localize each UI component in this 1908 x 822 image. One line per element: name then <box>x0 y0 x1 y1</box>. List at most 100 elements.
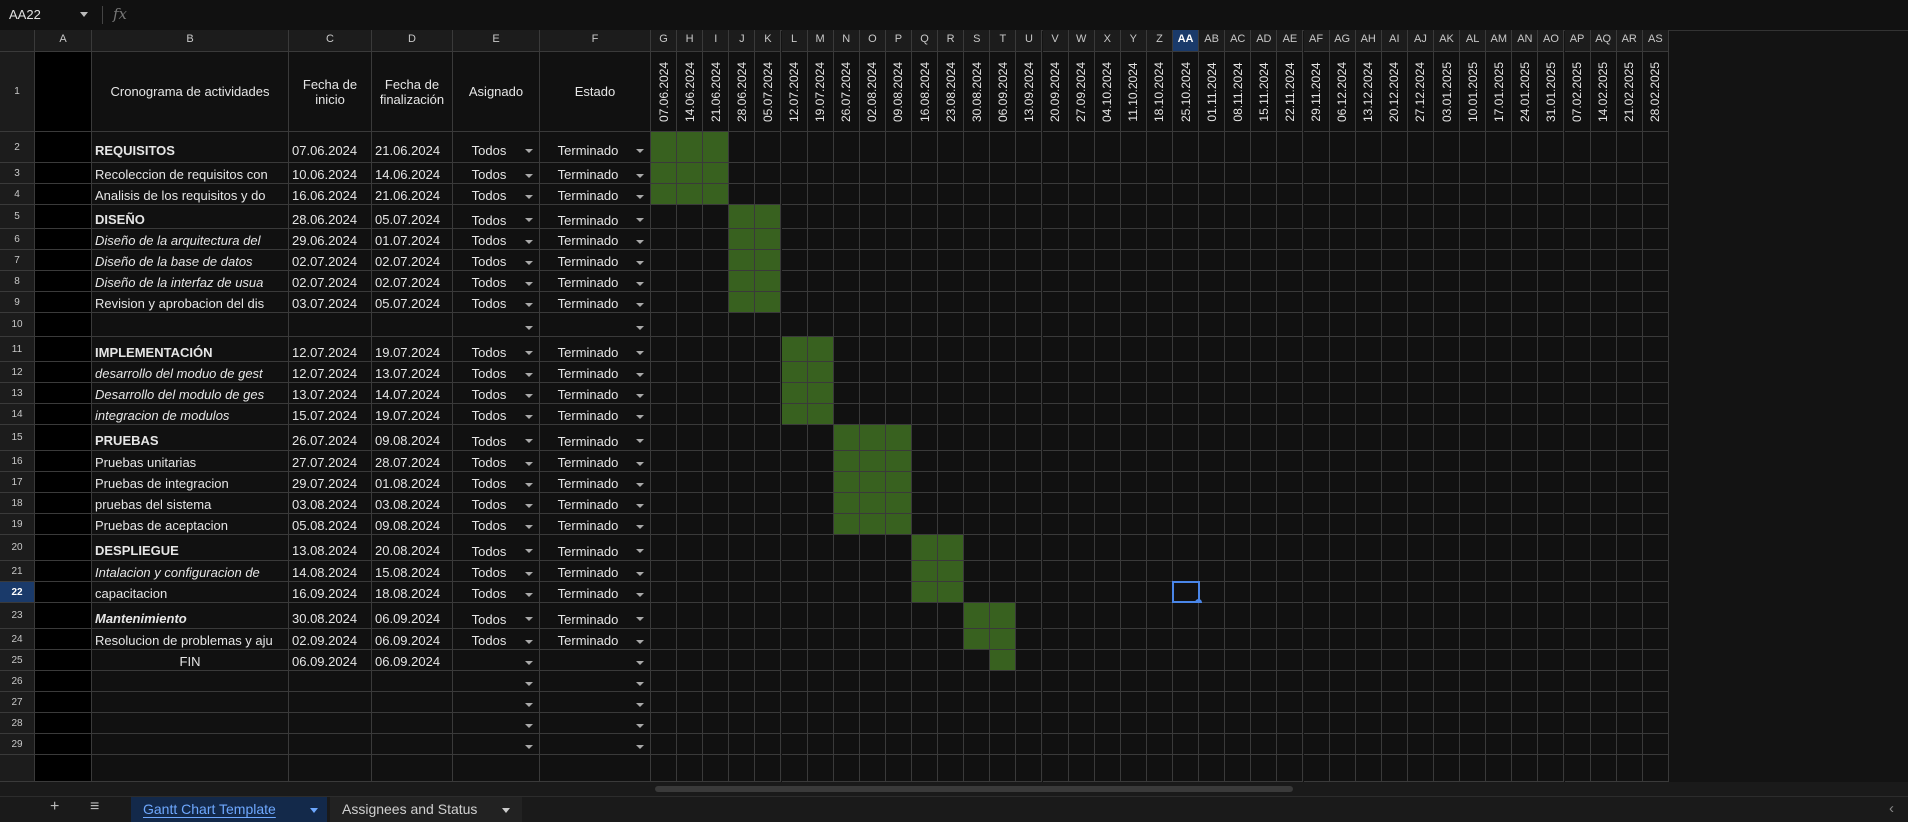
gantt-cell[interactable] <box>1146 692 1173 713</box>
gantt-cell[interactable] <box>729 582 756 603</box>
gantt-cell[interactable] <box>807 205 834 229</box>
gantt-cell[interactable] <box>807 493 834 514</box>
gantt-cell[interactable] <box>964 383 991 404</box>
gantt-cell[interactable] <box>651 292 678 313</box>
row-header-7[interactable]: 7 <box>0 250 35 271</box>
assigned-dropdown[interactable]: Todos <box>453 229 540 250</box>
gantt-cell[interactable] <box>1329 229 1356 250</box>
gantt-cell[interactable] <box>1381 493 1408 514</box>
cell-a[interactable] <box>35 472 92 493</box>
activity-cell[interactable]: Revision y aprobacion del dis <box>92 292 289 313</box>
column-header-s[interactable]: S <box>964 30 991 52</box>
gantt-cell[interactable] <box>1642 163 1669 184</box>
gantt-cell[interactable] <box>1199 629 1226 650</box>
end-date-cell[interactable]: 15.08.2024 <box>372 561 453 582</box>
gantt-cell[interactable] <box>1251 313 1278 337</box>
start-date-cell[interactable] <box>289 671 372 692</box>
row-header-20[interactable]: 20 <box>0 535 35 561</box>
gantt-cell[interactable] <box>964 292 991 313</box>
gantt-cell[interactable] <box>1538 163 1565 184</box>
gantt-cell[interactable] <box>1303 692 1330 713</box>
date-header[interactable]: 27.09.2024 <box>1068 52 1095 132</box>
gantt-cell[interactable] <box>1146 603 1173 629</box>
gantt-cell[interactable] <box>1642 493 1669 514</box>
gantt-cell[interactable] <box>1277 514 1304 535</box>
gantt-cell[interactable] <box>1355 132 1382 163</box>
gantt-cell[interactable] <box>1512 271 1539 292</box>
gantt-cell[interactable] <box>1564 603 1591 629</box>
gantt-cell[interactable] <box>729 734 756 755</box>
gantt-cell[interactable] <box>1016 629 1043 650</box>
status-dropdown[interactable]: Terminado <box>540 337 651 362</box>
status-dropdown[interactable]: Terminado <box>540 425 651 451</box>
end-date-cell[interactable] <box>372 734 453 755</box>
status-dropdown[interactable]: Terminado <box>540 362 651 383</box>
gantt-cell[interactable] <box>1512 561 1539 582</box>
gantt-cell[interactable] <box>1616 650 1643 671</box>
dropdown-arrow-icon[interactable] <box>636 592 644 597</box>
gantt-cell[interactable] <box>1564 292 1591 313</box>
gantt-cell[interactable] <box>1251 292 1278 313</box>
gantt-cell[interactable] <box>1616 692 1643 713</box>
gantt-cell[interactable] <box>964 650 991 671</box>
gantt-cell[interactable] <box>755 163 782 184</box>
gantt-cell[interactable] <box>1564 404 1591 425</box>
gantt-cell[interactable] <box>1146 229 1173 250</box>
gantt-cell[interactable] <box>1355 271 1382 292</box>
dropdown-arrow-icon[interactable] <box>525 173 533 178</box>
gantt-bar-cell[interactable] <box>859 451 886 472</box>
status-dropdown[interactable]: Terminado <box>540 163 651 184</box>
gantt-cell[interactable] <box>885 629 912 650</box>
gantt-cell[interactable] <box>1407 755 1434 782</box>
gantt-cell[interactable] <box>1434 582 1461 603</box>
gantt-cell[interactable] <box>833 692 860 713</box>
gantt-cell[interactable] <box>1173 755 1200 782</box>
gantt-cell[interactable] <box>1277 250 1304 271</box>
gantt-cell[interactable] <box>1199 755 1226 782</box>
gantt-cell[interactable] <box>885 671 912 692</box>
gantt-cell[interactable] <box>781 692 808 713</box>
gantt-cell[interactable] <box>1016 535 1043 561</box>
gantt-cell[interactable] <box>1068 561 1095 582</box>
gantt-cell[interactable] <box>677 362 704 383</box>
dropdown-arrow-icon[interactable] <box>525 239 533 244</box>
gantt-cell[interactable] <box>964 250 991 271</box>
gantt-cell[interactable] <box>1434 292 1461 313</box>
end-date-cell[interactable]: 28.07.2024 <box>372 451 453 472</box>
gantt-cell[interactable] <box>964 493 991 514</box>
gantt-cell[interactable] <box>1173 163 1200 184</box>
gantt-cell[interactable] <box>1329 582 1356 603</box>
gantt-cell[interactable] <box>807 271 834 292</box>
gantt-cell[interactable] <box>677 472 704 493</box>
gantt-cell[interactable] <box>677 337 704 362</box>
gantt-cell[interactable] <box>1538 132 1565 163</box>
gantt-bar-cell[interactable] <box>703 184 730 205</box>
gantt-cell[interactable] <box>1355 493 1382 514</box>
gantt-cell[interactable] <box>807 313 834 337</box>
gantt-cell[interactable] <box>938 451 965 472</box>
gantt-cell[interactable] <box>1512 755 1539 782</box>
gantt-cell[interactable] <box>1460 650 1487 671</box>
gantt-cell[interactable] <box>1538 383 1565 404</box>
gantt-cell[interactable] <box>1407 451 1434 472</box>
gantt-cell[interactable] <box>885 734 912 755</box>
gantt-cell[interactable] <box>1486 404 1513 425</box>
gantt-cell[interactable] <box>1564 132 1591 163</box>
gantt-cell[interactable] <box>1094 132 1121 163</box>
gantt-cell[interactable] <box>1225 755 1252 782</box>
gantt-cell[interactable] <box>1564 184 1591 205</box>
gantt-cell[interactable] <box>781 425 808 451</box>
gantt-cell[interactable] <box>1590 383 1617 404</box>
gantt-cell[interactable] <box>1199 362 1226 383</box>
gantt-cell[interactable] <box>1094 582 1121 603</box>
gantt-cell[interactable] <box>1173 734 1200 755</box>
gantt-cell[interactable] <box>1538 229 1565 250</box>
status-dropdown[interactable] <box>540 671 651 692</box>
gantt-cell[interactable] <box>1173 713 1200 734</box>
dropdown-arrow-icon[interactable] <box>636 260 644 265</box>
gantt-cell[interactable] <box>1407 493 1434 514</box>
gantt-cell[interactable] <box>729 535 756 561</box>
gantt-cell[interactable] <box>1146 404 1173 425</box>
gantt-cell[interactable] <box>1512 472 1539 493</box>
gantt-cell[interactable] <box>833 629 860 650</box>
